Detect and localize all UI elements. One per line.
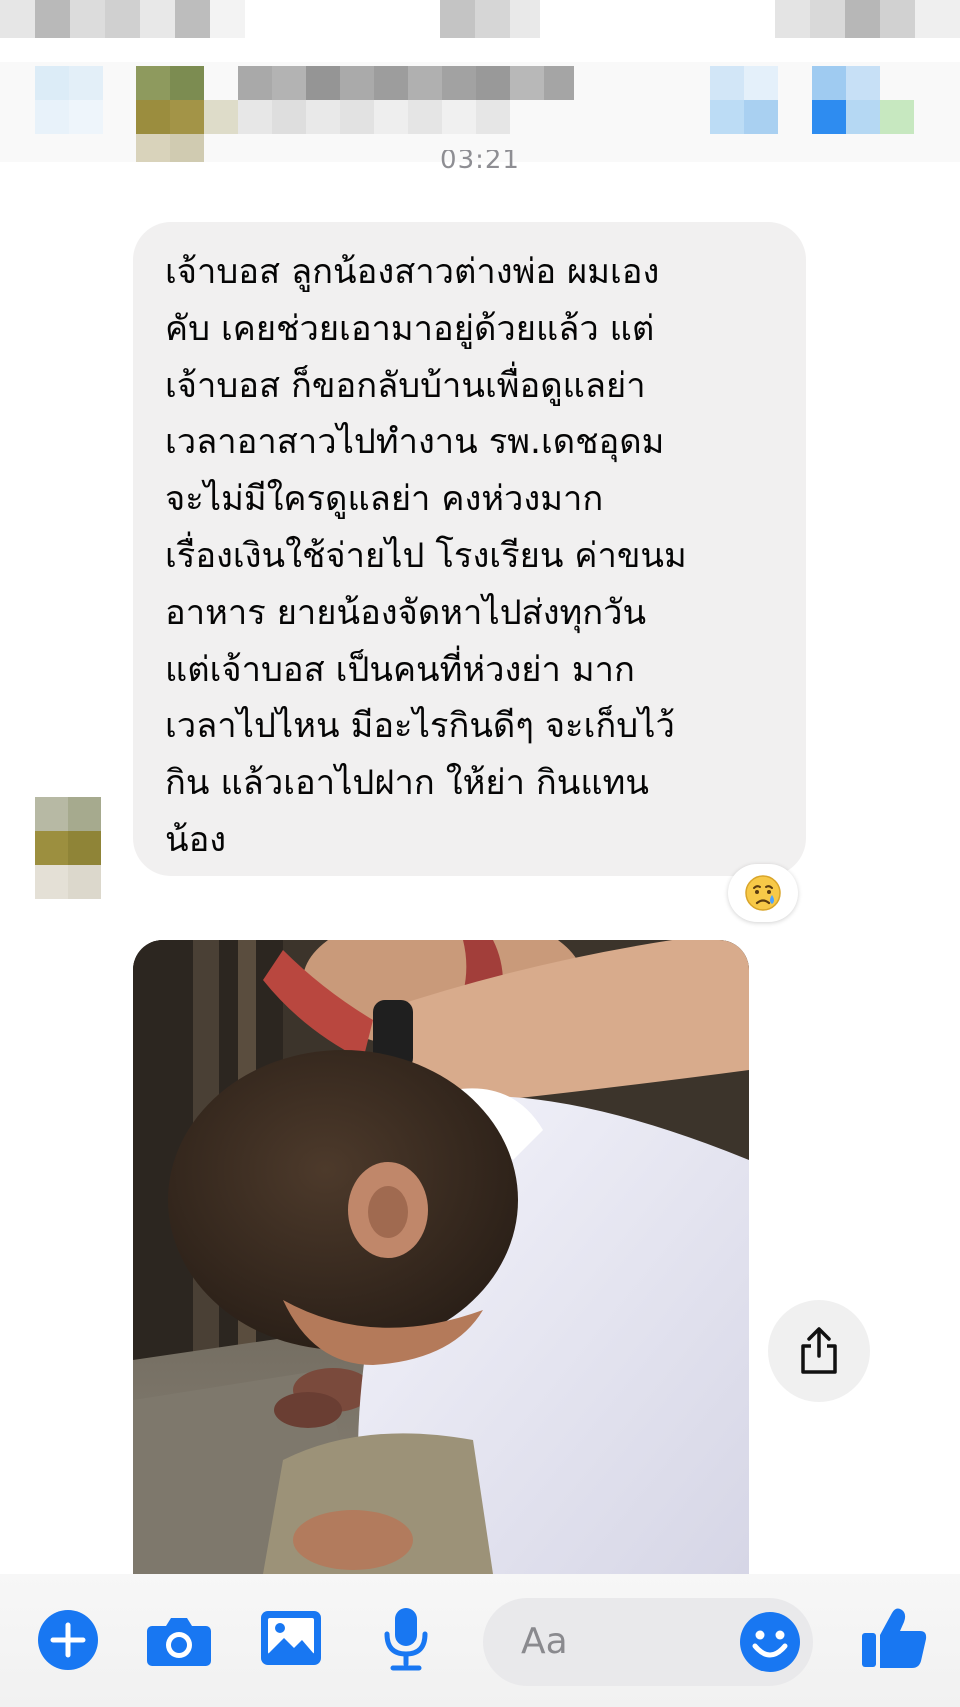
- message-text-line: เรื่องเงินใช้จ่ายไป โรงเรียน ค่าขนม: [165, 535, 687, 576]
- microphone-icon: [384, 1608, 428, 1671]
- crying-face-icon: [745, 875, 781, 911]
- back-button[interactable]: [35, 66, 69, 100]
- message-text-line: คับ เคยช่วยเอามาอยู่ด้วยแล้ว แต่: [165, 308, 655, 349]
- video-call-button[interactable]: [812, 66, 846, 100]
- composer-bar: Aa: [0, 1574, 960, 1707]
- call-button[interactable]: [710, 66, 744, 100]
- camera-icon: [147, 1618, 211, 1666]
- contact-avatar[interactable]: [136, 66, 170, 100]
- camera-button[interactable]: [144, 1608, 214, 1672]
- share-icon: [801, 1327, 837, 1374]
- photo-image: [133, 940, 749, 1574]
- message-text-line: น้อง: [165, 819, 227, 860]
- message-text-line: เวลาไปไหน มีอะไรกินดีๆ จะเก็บไว้: [165, 706, 675, 747]
- message-bubble[interactable]: เจ้าบอส ลูกน้องสาวต่างพ่อ ผมเอง คับ เคยช…: [133, 222, 806, 876]
- photo-gallery-icon: [261, 1611, 321, 1665]
- emoji-button[interactable]: [738, 1610, 802, 1674]
- share-button[interactable]: [768, 1300, 870, 1402]
- message-timestamp: 03:21: [440, 150, 520, 175]
- message-text-line: เจ้าบอส ก็ขอกลับบ้านเพื่อดูแลย่า: [165, 365, 646, 406]
- message-input-placeholder: Aa: [521, 1621, 568, 1662]
- thumbs-up-icon: [862, 1608, 927, 1668]
- smiley-face-icon: [740, 1612, 800, 1672]
- message-text-line: อาหาร ยายน้องจัดหาไปส่งทุกวัน: [165, 592, 647, 633]
- like-button[interactable]: [858, 1602, 930, 1674]
- status-bar: [0, 0, 960, 38]
- message-reaction[interactable]: [728, 864, 798, 922]
- sender-avatar[interactable]: [35, 797, 101, 899]
- message-text-line: แต่เจ้าบอส เป็นคนที่ห่วงย่า มาก: [165, 649, 635, 690]
- message-text-line: จะไม่มีใครดูแลย่า คงห่วงมาก: [165, 479, 604, 520]
- message-text-line: กิน แล้วเอาไปฝาก ให้ย่า กินแทน: [165, 763, 649, 804]
- message-text-line: เจ้าบอส ลูกน้องสาวต่างพ่อ ผมเอง: [165, 252, 660, 292]
- message-text-line: เวลาอาสาวไปทำงาน รพ.เดชอุดม: [165, 422, 665, 463]
- gallery-button[interactable]: [258, 1606, 324, 1670]
- contact-name[interactable]: [238, 66, 272, 100]
- photo-attachment[interactable]: [133, 940, 749, 1574]
- add-button[interactable]: [36, 1608, 100, 1672]
- conversation-header: [0, 62, 960, 162]
- microphone-button[interactable]: [376, 1604, 436, 1674]
- plus-circle-icon: [38, 1610, 98, 1670]
